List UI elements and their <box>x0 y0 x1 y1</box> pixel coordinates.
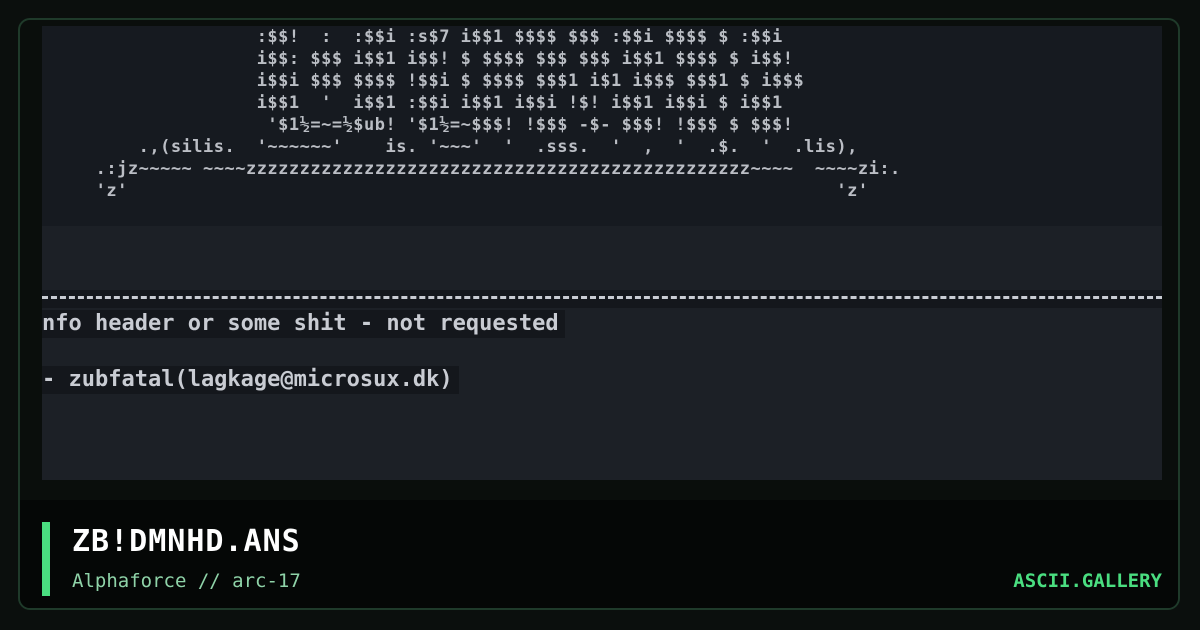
ascii-art-line: :$$! : :$$i :s$7 i$$1 $$$$ $$$ :$$i $$$$… <box>256 27 783 47</box>
ascii-art-line: 'z' 'z' <box>42 181 869 201</box>
separator-background <box>42 290 1162 308</box>
ascii-art-line: i$$: $$$ i$$1 i$$! $ $$$$ $$$ $$$ i$$1 $… <box>256 49 794 69</box>
group-subtitle: Alphaforce // arc-17 <box>72 570 301 592</box>
ascii-art-line: i$$1 ' i$$1 :$$i i$$1 i$$i !$! i$$1 i$$i… <box>256 93 783 113</box>
info-text-line: nfo header or some shit - not requested <box>42 310 565 338</box>
ascii-art-line: .,(silis. '~~~~~~' is. '~~~' ' .sss. ' ,… <box>138 137 858 157</box>
file-title: ZB!DMNHD.ANS <box>72 524 301 559</box>
card-footer: ZB!DMNHD.ANS Alphaforce // arc-17 ASCII.… <box>20 500 1178 608</box>
ascii-art-line: .:jz~~~~~ ~~~~zzzzzzzzzzzzzzzzzzzzzzzzzz… <box>95 159 901 179</box>
dashed-separator <box>42 296 1162 299</box>
ascii-art-logo: :$$! : :$$i :s$7 i$$1 $$$$ $$$ :$$i $$$$… <box>42 26 901 202</box>
ansi-art-preview: :$$! : :$$i :s$7 i$$1 $$$$ $$$ :$$i $$$$… <box>42 26 1162 480</box>
accent-bar <box>42 522 50 596</box>
ascii-art-line: i$$i $$$ $$$$ !$$i $ $$$$ $$$1 i$1 i$$$ … <box>256 71 805 91</box>
site-brand-link[interactable]: ASCII.GALLERY <box>1013 570 1162 592</box>
gallery-card: :$$! : :$$i :s$7 i$$1 $$$$ $$$ :$$i $$$$… <box>18 18 1180 610</box>
ascii-art-line: '$1½=~=½$ub! '$1½=~$$$! !$$$ -$- $$$! !$… <box>267 115 794 135</box>
author-text-line: - zubfatal(lagkage@microsux.dk) <box>42 366 459 394</box>
